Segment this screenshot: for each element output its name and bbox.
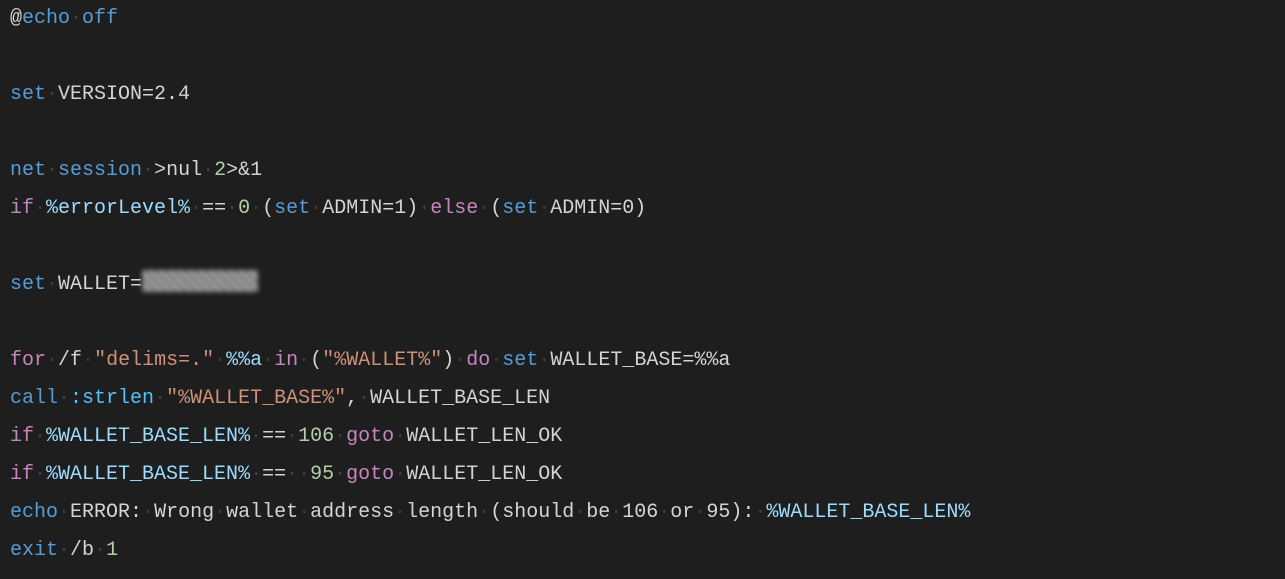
text: length <box>406 501 478 524</box>
set-keyword: set <box>502 197 538 220</box>
echo-keyword: echo <box>10 501 58 524</box>
number: 95 <box>310 463 334 486</box>
text: or <box>670 501 694 524</box>
code-line: if·%WALLET_BASE_LEN%·==·106·goto·WALLET_… <box>10 425 562 448</box>
paren: ( <box>310 349 322 372</box>
variable: %errorLevel% <box>46 197 190 220</box>
text: ERROR: <box>70 501 142 524</box>
text: 106 <box>622 501 658 524</box>
net-keyword: net <box>10 159 46 182</box>
comma: , <box>346 387 358 410</box>
text: (should <box>490 501 574 524</box>
else-keyword: else <box>430 197 478 220</box>
exit-keyword: exit <box>10 539 58 562</box>
code-line: set·VERSION=2.4 <box>10 83 190 106</box>
variable: %WALLET_BASE_LEN% <box>46 463 250 486</box>
code-line: net·session·>nul·2>&1 <box>10 159 262 182</box>
flag: /b <box>70 539 94 562</box>
assignment: VERSION=2.4 <box>58 83 190 106</box>
redacted-wallet <box>142 270 258 292</box>
operator: == <box>262 425 286 448</box>
code-line: exit·/b·1 <box>10 539 118 562</box>
string: "delims=." <box>94 349 214 372</box>
paren: ( <box>262 197 274 220</box>
set-keyword: set <box>10 273 46 296</box>
goto-keyword: goto <box>346 463 394 486</box>
if-keyword: if <box>10 463 34 486</box>
set-keyword: set <box>502 349 538 372</box>
label: :strlen <box>70 387 154 410</box>
at-symbol: @ <box>10 7 22 30</box>
in-keyword: in <box>274 349 298 372</box>
text: 95): <box>706 501 754 524</box>
text: address <box>310 501 394 524</box>
operator: == <box>202 197 226 220</box>
label-ref: WALLET_LEN_OK <box>406 463 562 486</box>
for-keyword: for <box>10 349 46 372</box>
set-keyword: set <box>274 197 310 220</box>
redirect: >&1 <box>226 159 262 182</box>
variable: %WALLET_BASE_LEN% <box>766 501 970 524</box>
code-block: @echo·off set·VERSION=2.4 net·session·>n… <box>0 0 1285 570</box>
code-line: call·:strlen·"%WALLET_BASE%",·WALLET_BAS… <box>10 387 550 410</box>
session-keyword: session <box>58 159 142 182</box>
assignment: WALLET= <box>58 273 142 296</box>
code-line: if·%errorLevel%·==·0·(set·ADMIN=1)·else·… <box>10 197 646 220</box>
code-line: set·WALLET= <box>10 273 258 296</box>
number: 0 <box>238 197 250 220</box>
echo-keyword: echo <box>22 7 70 30</box>
text: Wrong <box>154 501 214 524</box>
number: 1 <box>106 539 118 562</box>
paren: ( <box>490 197 502 220</box>
redirect: >nul <box>154 159 202 182</box>
set-keyword: set <box>10 83 46 106</box>
assignment: WALLET_BASE=%%a <box>550 349 730 372</box>
string: "%WALLET_BASE%" <box>166 387 346 410</box>
text: wallet <box>226 501 298 524</box>
assignment: ADMIN=0) <box>550 197 646 220</box>
if-keyword: if <box>10 425 34 448</box>
call-keyword: call <box>10 387 58 410</box>
off-keyword: off <box>82 7 118 30</box>
code-line: echo·ERROR:·Wrong·wallet·address·length·… <box>10 501 970 524</box>
flag: /f <box>58 349 82 372</box>
text: be <box>586 501 610 524</box>
variable: %%a <box>226 349 262 372</box>
identifier: WALLET_BASE_LEN <box>370 387 550 410</box>
code-line: @echo·off <box>10 7 118 30</box>
label-ref: WALLET_LEN_OK <box>406 425 562 448</box>
number: 2 <box>214 159 226 182</box>
variable: %WALLET_BASE_LEN% <box>46 425 250 448</box>
code-line: if·%WALLET_BASE_LEN%·==··95·goto·WALLET_… <box>10 463 562 486</box>
code-line: for·/f·"delims=."·%%a·in·("%WALLET%")·do… <box>10 349 730 372</box>
assignment: ADMIN=1) <box>322 197 418 220</box>
operator: == <box>262 463 286 486</box>
goto-keyword: goto <box>346 425 394 448</box>
paren: ) <box>442 349 454 372</box>
number: 106 <box>298 425 334 448</box>
string: "%WALLET%" <box>322 349 442 372</box>
do-keyword: do <box>466 349 490 372</box>
if-keyword: if <box>10 197 34 220</box>
